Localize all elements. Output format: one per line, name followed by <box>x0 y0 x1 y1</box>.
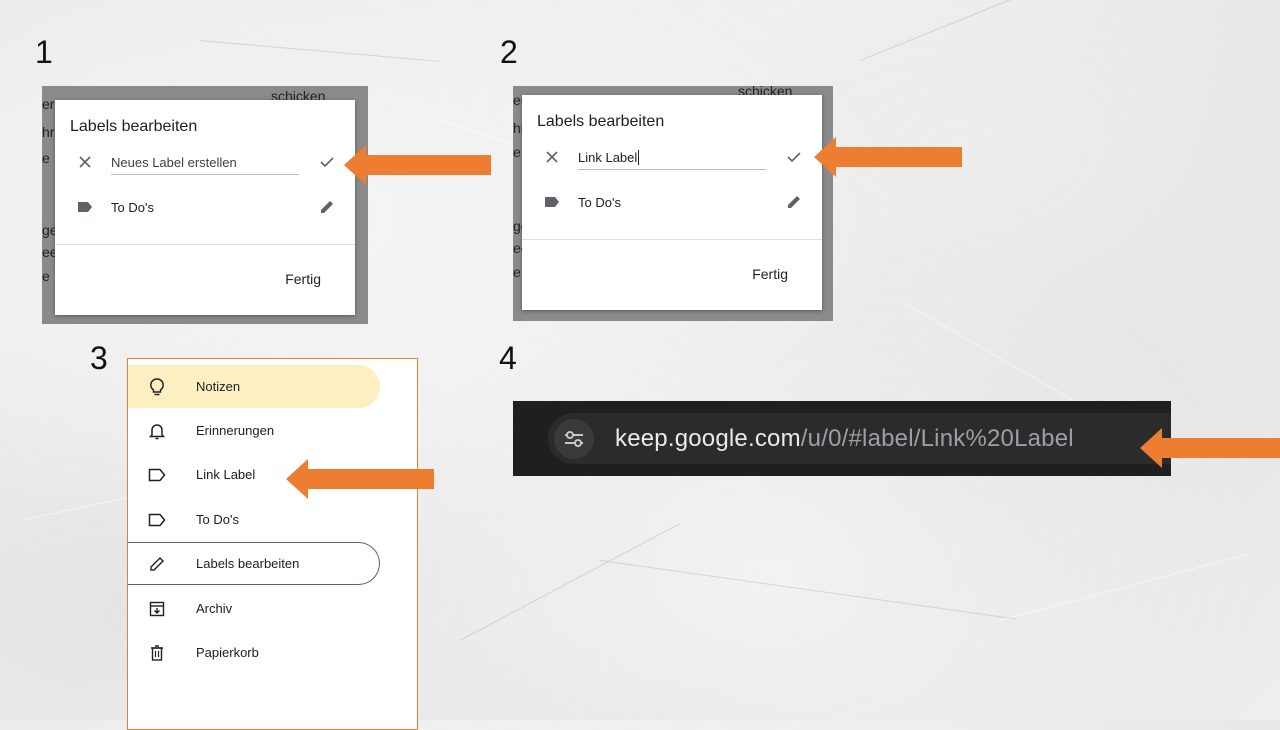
label-icon <box>544 194 560 210</box>
check-icon[interactable] <box>319 154 335 170</box>
omnibox[interactable]: keep.google.com/u/0/#label/Link%20Label <box>548 413 1171 464</box>
label-row: To Do's <box>55 192 355 222</box>
new-label-row: Neues Label erstellen <box>55 147 355 177</box>
background-text: e <box>513 264 521 280</box>
dialog-title: Labels bearbeiten <box>537 113 665 130</box>
sidebar-item-erinnerungen[interactable]: Erinnerungen <box>128 409 380 452</box>
sidebar-item-label: Archiv <box>196 601 233 616</box>
done-button[interactable]: Fertig <box>752 266 788 282</box>
browser-address-bar: keep.google.com/u/0/#label/Link%20Label <box>513 401 1171 476</box>
new-label-row: Link Label <box>522 142 822 172</box>
bell-icon <box>148 422 166 440</box>
sidebar-item-label: Link Label <box>196 467 256 482</box>
step-number-3: 3 <box>90 340 108 376</box>
sidebar-item-archiv[interactable]: Archiv <box>128 587 380 630</box>
label-row: To Do's <box>522 187 822 217</box>
url-host: keep.google.com <box>615 425 801 452</box>
input-underline <box>111 174 299 175</box>
background-text: er <box>42 96 55 112</box>
step-number-2: 2 <box>500 34 518 70</box>
background-text: e <box>513 144 521 160</box>
input-underline <box>578 169 766 170</box>
close-icon[interactable] <box>544 149 560 165</box>
label-icon <box>77 199 93 215</box>
sidebar-item-papierkorb[interactable]: Papierkorb <box>128 631 380 674</box>
sidebar-item-notizen[interactable]: Notizen <box>128 365 380 408</box>
edit-labels-dialog-2: Labels bearbeiten Link Label To Do's Fer… <box>522 95 822 310</box>
label-name: To Do's <box>578 194 621 210</box>
label-outline-icon <box>148 466 166 484</box>
arrow-1 <box>344 145 491 185</box>
step-number-1: 1 <box>35 34 53 70</box>
dialog-divider <box>55 244 355 245</box>
new-label-input[interactable]: Link Label <box>578 149 640 165</box>
arrow-2 <box>814 137 962 177</box>
sidebar-item-label: Labels bearbeiten <box>196 556 300 571</box>
trash-icon <box>148 644 166 662</box>
keep-sidebar: Notizen Erinnerungen Link Label To Do's … <box>127 358 418 730</box>
check-icon[interactable] <box>786 149 802 165</box>
dialog-divider <box>522 239 822 240</box>
pencil-icon <box>148 555 166 573</box>
edit-labels-dialog-1: Labels bearbeiten Neues Label erstellen … <box>55 100 355 315</box>
arrow-3 <box>286 459 434 499</box>
arrow-4 <box>1140 428 1280 468</box>
sidebar-item-label: Notizen <box>196 379 241 394</box>
url-text[interactable]: keep.google.com/u/0/#label/Link%20Label <box>615 425 1074 453</box>
pencil-icon[interactable] <box>319 199 335 215</box>
done-button[interactable]: Fertig <box>285 271 321 287</box>
sidebar-item-label: Erinnerungen <box>196 423 275 438</box>
background-text: e <box>42 268 50 284</box>
sidebar-item-labels-bearbeiten[interactable]: Labels bearbeiten <box>128 542 380 585</box>
background-text: e <box>42 150 50 166</box>
new-label-input[interactable]: Neues Label erstellen <box>111 155 237 170</box>
lightbulb-icon <box>148 377 166 396</box>
label-outline-icon <box>148 511 166 529</box>
sidebar-item-label: Papierkorb <box>196 645 259 660</box>
dialog-title: Labels bearbeiten <box>70 118 198 135</box>
url-path: /u/0/#label/Link%20Label <box>800 425 1074 452</box>
sidebar-item-label: To Do's <box>196 512 239 527</box>
background-text: hr <box>42 124 55 140</box>
tune-icon[interactable] <box>554 419 594 459</box>
sidebar-item-to-dos[interactable]: To Do's <box>128 498 380 541</box>
pencil-icon[interactable] <box>786 194 802 210</box>
label-name: To Do's <box>111 199 154 215</box>
close-icon[interactable] <box>77 154 93 170</box>
archive-icon <box>148 600 166 618</box>
step-number-4: 4 <box>499 340 517 376</box>
